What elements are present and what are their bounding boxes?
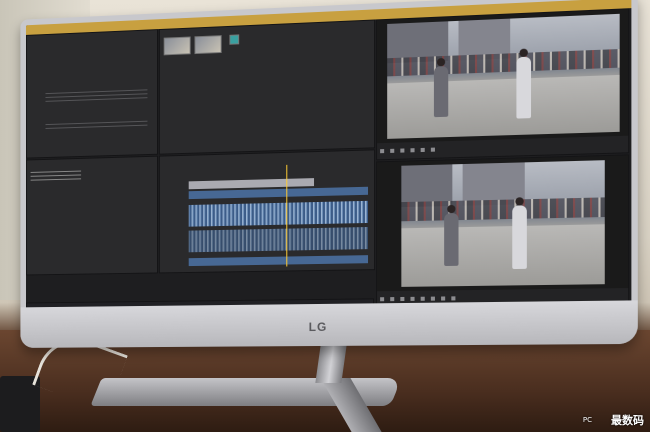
program-video-frame (401, 160, 604, 287)
dancer-figure (444, 213, 458, 266)
project-panel[interactable] (159, 19, 375, 154)
dancer-figure (512, 205, 527, 269)
clip-thumbnail[interactable] (194, 35, 221, 54)
video-track[interactable] (189, 187, 368, 199)
lg-logo: LG (309, 320, 328, 334)
source-video-frame (387, 14, 619, 139)
watermark-text: 最数码 (611, 412, 644, 428)
monitor: LG (20, 0, 637, 348)
dancer-figure (434, 66, 448, 117)
tools-panel[interactable] (26, 156, 158, 276)
audio-waveform[interactable] (189, 227, 368, 252)
monitor-stand-neck (315, 345, 346, 383)
audio-track[interactable] (189, 255, 368, 266)
dancer-figure (516, 57, 531, 119)
effects-panel[interactable] (26, 29, 158, 158)
clip-thumbnail[interactable] (164, 37, 191, 56)
audio-waveform[interactable] (189, 201, 368, 227)
clip-thumbnail[interactable] (229, 34, 239, 44)
source-monitor[interactable] (376, 8, 629, 160)
monitor-bottom-bezel: LG (20, 300, 637, 348)
monitor-screen (26, 0, 631, 309)
watermark-small-text: PC (583, 416, 592, 424)
timeline-playhead[interactable] (286, 165, 287, 267)
program-monitor[interactable] (376, 154, 629, 308)
timeline-panel[interactable] (159, 149, 375, 273)
